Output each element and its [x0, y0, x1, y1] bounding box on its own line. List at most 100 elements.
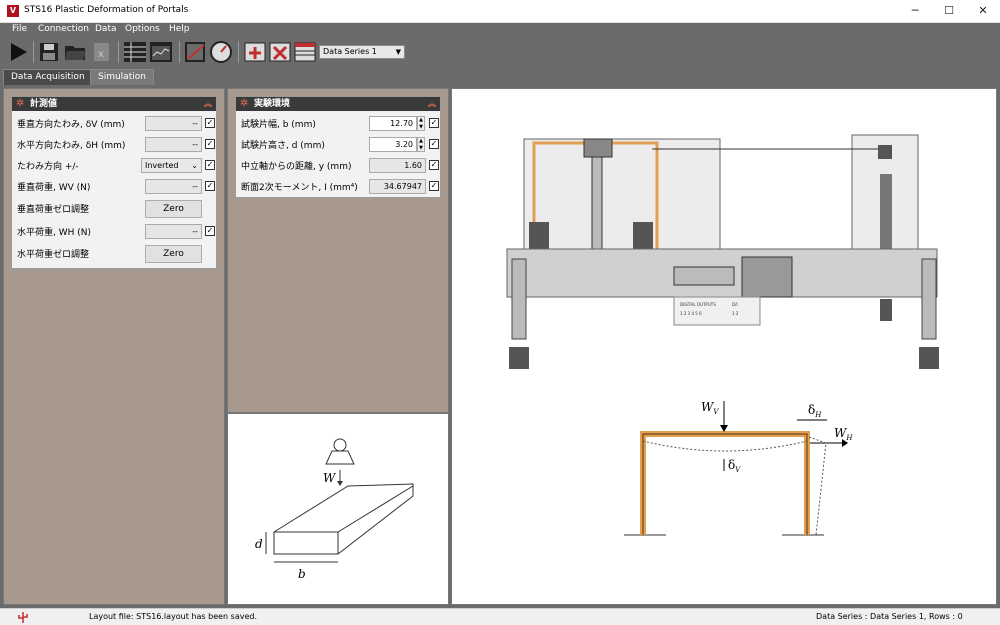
row-label: 垂直荷重, WV (N) [17, 183, 91, 193]
tab-simulation[interactable]: Simulation [90, 69, 154, 85]
export-excel-icon[interactable]: x [89, 40, 113, 64]
horizontal-load-label: WH [834, 426, 853, 442]
portal-frame [640, 431, 810, 535]
row-label: たわみ方向 +/- [17, 162, 79, 172]
neutral-axis-value: 1.60 [369, 158, 426, 173]
horizontal-deflection-value: -- [145, 137, 202, 152]
row-label: 試験片幅, b (mm) [241, 120, 316, 130]
menu-file[interactable]: File [12, 24, 27, 34]
load-weight-body [325, 450, 355, 465]
moment-of-inertia-value: 34.67947 [369, 179, 426, 194]
row-label: 水平方向たわみ, δH (mm) [17, 141, 126, 151]
measure-panel: ✲ 計測値 ︽ 垂直方向たわみ, δV (mm) -- ✓ 水平方向たわみ, δ… [11, 96, 217, 269]
toolbar-separator [238, 41, 239, 63]
width-spinner[interactable]: ▲ ▼ [417, 116, 425, 131]
middle-pane: ✲ 実験環境 ︽ 試験片幅, b (mm) 12.70 ▲ ▼ ✓ 試験片高さ, … [227, 88, 449, 413]
horizontal-zero-button[interactable]: Zero [145, 245, 202, 263]
measure-panel-title: 計測値 [30, 99, 58, 109]
save-icon[interactable] [37, 40, 61, 64]
digital-output-label: DIGITAL OUTPUTS [680, 302, 716, 307]
svg-text:x: x [98, 49, 104, 60]
row-label: 垂直荷重ゼロ調整 [17, 205, 90, 215]
beam-diagram: W d b [255, 438, 414, 581]
graph-view-icon[interactable] [149, 40, 173, 64]
measure-row-vertical-load: 垂直荷重, WV (N) -- ✓ [12, 176, 216, 197]
row-label: 水平荷重ゼロ調整 [17, 250, 90, 260]
horizontal-deflection-checkbox[interactable]: ✓ [205, 139, 215, 149]
menu-options[interactable]: Options [125, 24, 160, 34]
env-row-moment: 断面2次モーメント, I (mm⁴) 34.67947 ✓ [236, 176, 440, 197]
status-bar: Layout file: STS16.layout has been saved… [0, 608, 1000, 625]
moment-checkbox[interactable]: ✓ [429, 181, 439, 191]
collapse-icon[interactable]: ︽ [428, 97, 436, 111]
rig-foot-center [880, 299, 892, 321]
data-series-select[interactable]: Data Series 1 ▼ [319, 45, 405, 59]
minimize-button[interactable]: ─ [898, 0, 932, 23]
deflection-direction-checkbox[interactable]: ✓ [205, 160, 215, 170]
row-label: 中立軸からの距離, y (mm) [241, 162, 352, 172]
load-label: W [323, 471, 337, 485]
width-checkbox[interactable]: ✓ [429, 118, 439, 128]
load-arrow-head [337, 481, 343, 486]
rig-pulley [878, 145, 892, 159]
toolbar: x Data Series 1 ▼ [0, 37, 1000, 67]
horizontal-load-value: -- [145, 224, 202, 239]
data-series-icon[interactable] [293, 40, 317, 64]
toolbar-separator [179, 41, 180, 63]
gauge-icon[interactable] [209, 40, 233, 64]
environment-panel-title: 実験環境 [254, 99, 291, 109]
measure-row-deflection-direction: たわみ方向 +/- Inverted ⌄ ✓ [12, 155, 216, 176]
rig-foot-right [919, 347, 939, 369]
digital-output-bank-numbers: 1 2 [732, 311, 739, 316]
height-spinner[interactable]: ▲ ▼ [417, 137, 425, 152]
env-row-neutral-axis: 中立軸からの距離, y (mm) 1.60 ✓ [236, 155, 440, 176]
neutral-axis-checkbox[interactable]: ✓ [429, 160, 439, 170]
close-button[interactable]: ✕ [966, 0, 1000, 23]
row-label: 垂直方向たわみ, δV (mm) [17, 120, 125, 130]
menu-bar: File Connection Data Options Help [0, 23, 1000, 37]
digital-output-numbers: 1 2 3 4 5 6 [680, 311, 702, 316]
specimen-width-input[interactable]: 12.70 [369, 116, 417, 131]
measure-row-vertical-deflection: 垂直方向たわみ, δV (mm) -- ✓ [12, 113, 216, 134]
rig-foot-left [509, 347, 529, 369]
menu-connection[interactable]: Connection [38, 24, 89, 34]
vertical-load-arrow-head [720, 425, 728, 432]
tab-data-acquisition[interactable]: Data Acquisition [3, 69, 93, 85]
apparatus-pane: DIGITAL OUTPUTS 1 2 3 4 5 6 D/I 1 2 WV δ… [451, 88, 997, 605]
height-checkbox[interactable]: ✓ [429, 139, 439, 149]
apparatus-illustration: DIGITAL OUTPUTS 1 2 3 4 5 6 D/I 1 2 WV δ… [506, 134, 939, 536]
vertical-load-checkbox[interactable]: ✓ [205, 181, 215, 191]
measure-row-horizontal-load: 水平荷重, WH (N) -- ✓ [12, 221, 216, 242]
menu-data[interactable]: Data [95, 24, 117, 34]
vertical-load-label: WV [701, 400, 719, 416]
window-title: STS16 Plastic Deformation of Portals [24, 5, 189, 15]
maximize-button[interactable]: ☐ [932, 0, 966, 23]
menu-help[interactable]: Help [169, 24, 190, 34]
depth-label: d [255, 537, 263, 551]
delete-row-icon[interactable] [268, 40, 292, 64]
open-folder-icon[interactable] [63, 40, 87, 64]
measure-row-horizontal-zero: 水平荷重ゼロ調整 Zero [12, 243, 216, 264]
gear-icon: ✲ [16, 98, 25, 109]
add-row-icon[interactable] [243, 40, 267, 64]
portal-frame-outline [642, 433, 808, 535]
play-icon[interactable] [6, 40, 30, 64]
horizontal-load-checkbox[interactable]: ✓ [205, 226, 215, 236]
horizontal-deflection-label: δH [808, 403, 822, 419]
rig-leg-right [921, 258, 937, 340]
specimen-height-input[interactable]: 3.20 [369, 137, 417, 152]
beam-diagram-pane: W d b [227, 413, 449, 605]
vertical-deflection-label: δV [728, 458, 741, 474]
app-icon: V [7, 5, 19, 17]
load-weight-icon [333, 438, 347, 452]
deflection-curve [642, 440, 808, 452]
chevron-down-icon: ⌄ [191, 161, 198, 170]
deflection-direction-select[interactable]: Inverted ⌄ [141, 158, 202, 173]
table-view-icon[interactable] [123, 40, 147, 64]
chart-edit-icon[interactable] [184, 40, 208, 64]
collapse-icon[interactable]: ︽ [204, 97, 212, 111]
vertical-deflection-value: -- [145, 116, 202, 131]
vertical-deflection-checkbox[interactable]: ✓ [205, 118, 215, 128]
width-label: b [298, 567, 306, 581]
vertical-zero-button[interactable]: Zero [145, 200, 202, 218]
